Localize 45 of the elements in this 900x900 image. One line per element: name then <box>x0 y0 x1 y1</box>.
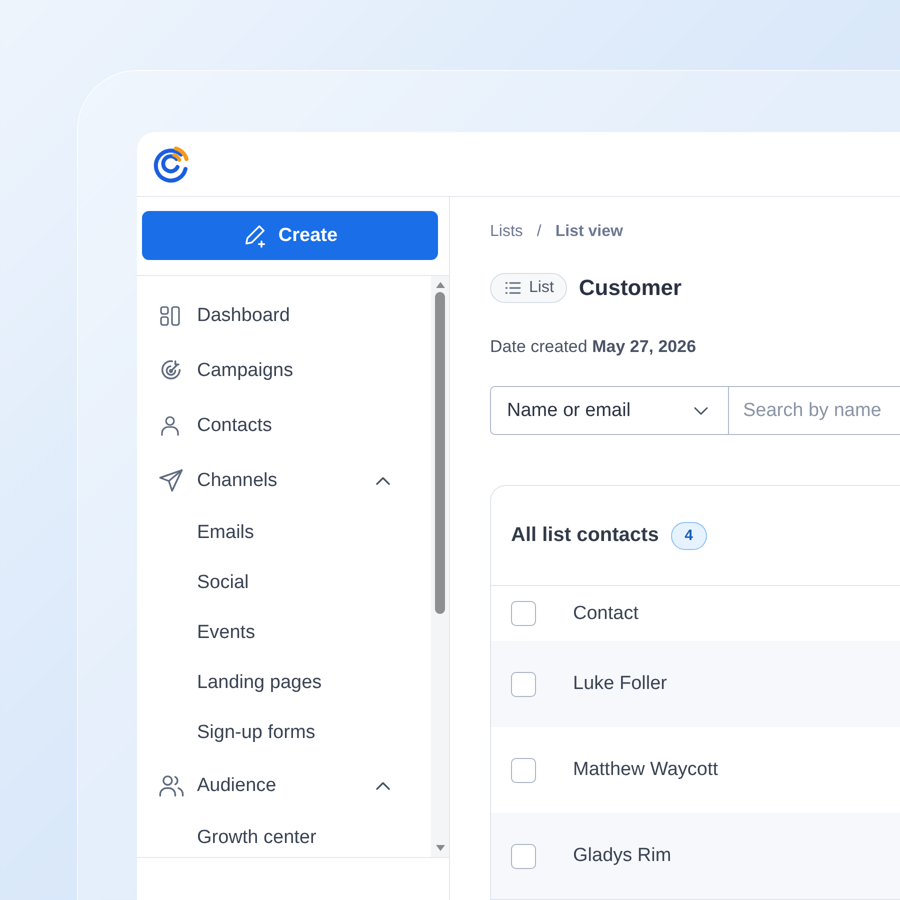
person-icon <box>158 414 182 438</box>
list-icon <box>505 281 521 295</box>
nav-item[interactable]: Channels <box>137 453 431 508</box>
nav-subitem[interactable]: Social <box>137 558 431 608</box>
row-checkbox[interactable] <box>511 844 536 868</box>
contact-name: Matthew Waycott <box>573 759 718 781</box>
row-checkbox[interactable] <box>511 758 536 782</box>
table-row[interactable]: Gladys Rim <box>491 813 900 899</box>
nav-item[interactable]: Audience <box>137 758 431 813</box>
nav-item[interactable]: Dashboard <box>137 288 431 343</box>
nav-subitem[interactable]: Landing pages <box>137 658 431 708</box>
people-icon <box>158 772 186 798</box>
scrollbar[interactable] <box>431 276 449 857</box>
breadcrumb-link[interactable]: List view <box>555 223 623 241</box>
nav-subitem[interactable]: Sign-up forms <box>137 708 431 758</box>
breadcrumb-separator: / <box>536 223 542 241</box>
scroll-up-icon[interactable] <box>436 282 444 288</box>
nav-subitem[interactable]: Growth center <box>137 813 431 857</box>
count-badge: 4 <box>670 522 707 550</box>
scroll-down-icon[interactable] <box>436 845 444 851</box>
list-type-chip: List <box>490 273 567 303</box>
column-header: Contact <box>573 602 638 624</box>
scrollbar-thumb[interactable] <box>435 292 445 614</box>
select-all-checkbox[interactable] <box>511 601 536 626</box>
chevron-icon[interactable] <box>375 780 391 790</box>
search-field-select[interactable]: Name or email <box>490 386 728 435</box>
dashboard-icon <box>158 304 182 328</box>
nav-subitem[interactable]: Emails <box>137 508 431 558</box>
send-icon <box>158 468 184 494</box>
chevron-down-icon <box>694 406 708 414</box>
breadcrumb-link[interactable]: Lists <box>490 223 523 241</box>
page-title: Customer <box>578 275 682 301</box>
nav-item[interactable]: Contacts <box>137 398 431 453</box>
nav-item[interactable]: Campaigns <box>137 343 431 398</box>
contact-name: Luke Foller <box>573 673 667 695</box>
contact-name: Gladys Rim <box>573 845 672 867</box>
create-button[interactable]: Create <box>142 211 438 260</box>
table-row[interactable]: Luke Foller <box>491 641 900 727</box>
search-field[interactable]: Search by name <box>728 386 900 435</box>
card-title: All list contacts <box>511 524 659 547</box>
logo-icon[interactable] <box>151 144 191 184</box>
date-created-text: Date created May 27, 2026 <box>490 337 698 357</box>
chevron-icon[interactable] <box>375 476 391 486</box>
row-checkbox[interactable] <box>511 672 536 696</box>
nav-subitem[interactable]: Events <box>137 608 431 658</box>
